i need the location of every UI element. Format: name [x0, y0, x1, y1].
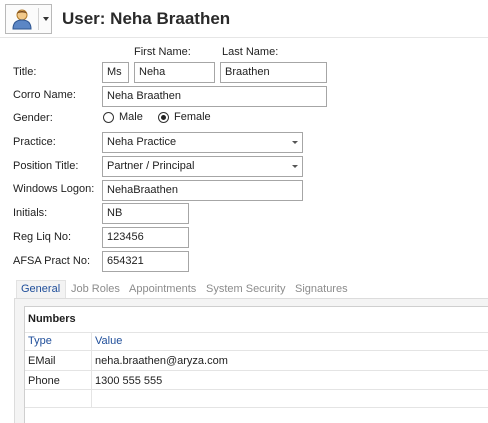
- grid-divider: [25, 370, 488, 371]
- initials-field[interactable]: NB: [102, 203, 189, 224]
- last-name-label: Last Name:: [222, 46, 279, 58]
- column-header-value[interactable]: Value: [95, 335, 122, 347]
- title-field[interactable]: Ms: [102, 62, 129, 83]
- title-label: Title:: [13, 66, 37, 78]
- initials-label: Initials:: [13, 207, 48, 219]
- gender-male-radio[interactable]: [103, 112, 114, 123]
- position-title-select-value: Partner / Principal: [107, 160, 195, 172]
- reg-liq-no-label: Reg Liq No:: [13, 231, 72, 243]
- header-divider: [0, 37, 488, 38]
- afsa-pract-no-label: AFSA Pract No:: [13, 255, 91, 267]
- numbers-grid: [24, 306, 488, 423]
- tab-job-roles[interactable]: Job Roles: [71, 283, 120, 295]
- position-title-label: Position Title:: [13, 160, 79, 172]
- table-row-phone-value[interactable]: 1300 555 555: [95, 375, 162, 387]
- tab-appointments[interactable]: Appointments: [129, 283, 196, 295]
- windows-logon-label: Windows Logon:: [13, 183, 95, 195]
- practice-select-value: Neha Practice: [107, 136, 177, 148]
- table-row-phone-type[interactable]: Phone: [28, 375, 60, 387]
- first-name-label: First Name:: [134, 46, 191, 58]
- grid-divider: [25, 350, 488, 351]
- afsa-pract-no-field[interactable]: 654321: [102, 251, 189, 272]
- reg-liq-no-field[interactable]: 123456: [102, 227, 189, 248]
- last-name-field[interactable]: Braathen: [220, 62, 327, 83]
- chevron-down-icon[interactable]: [292, 165, 298, 168]
- table-row-email-value[interactable]: neha.braathen@aryza.com: [95, 355, 228, 367]
- chevron-down-icon[interactable]: [43, 17, 49, 21]
- avatar-button-separator: [38, 8, 39, 30]
- tab-signatures[interactable]: Signatures: [295, 283, 348, 295]
- page-title: User: Neha Braathen: [62, 9, 231, 28]
- chevron-down-icon[interactable]: [292, 141, 298, 144]
- grid-divider: [25, 389, 488, 390]
- gender-label: Gender:: [13, 112, 53, 124]
- gender-male-label: Male: [119, 111, 143, 123]
- table-row-email-type[interactable]: EMail: [28, 355, 56, 367]
- practice-label: Practice:: [13, 136, 56, 148]
- practice-select[interactable]: Neha Practice: [102, 132, 303, 153]
- grid-divider: [25, 332, 488, 333]
- grid-divider: [25, 407, 488, 408]
- numbers-grid-title: Numbers: [28, 313, 76, 325]
- gender-female-radio[interactable]: [158, 112, 169, 123]
- user-avatar-button[interactable]: [5, 4, 52, 34]
- corro-name-label: Corro Name:: [13, 89, 76, 101]
- corro-name-field[interactable]: Neha Braathen: [102, 86, 327, 107]
- tab-general[interactable]: General: [21, 283, 60, 295]
- position-title-select[interactable]: Partner / Principal: [102, 156, 303, 177]
- tab-system-security[interactable]: System Security: [206, 283, 285, 295]
- windows-logon-field[interactable]: NehaBraathen: [102, 180, 303, 201]
- column-header-type[interactable]: Type: [28, 335, 52, 347]
- radio-selected-dot: [161, 115, 166, 120]
- gender-female-label: Female: [174, 111, 211, 123]
- first-name-field[interactable]: Neha: [134, 62, 215, 83]
- user-avatar-icon: [12, 9, 32, 30]
